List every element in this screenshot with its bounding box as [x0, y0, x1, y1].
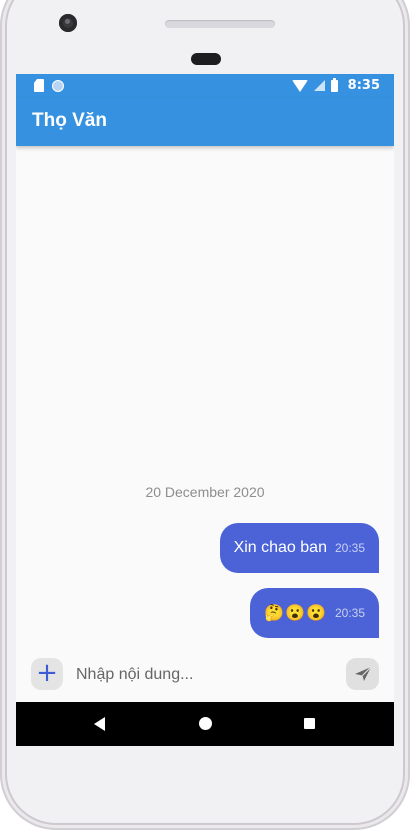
wifi-icon [291, 79, 308, 92]
message-input[interactable] [74, 658, 338, 692]
home-icon[interactable] [199, 717, 212, 730]
date-separator: 20 December 2020 [145, 484, 265, 500]
battery-icon [330, 77, 338, 92]
back-icon[interactable] [94, 717, 105, 731]
earpiece-speaker [165, 20, 275, 28]
add-attachment-button[interactable]: + [31, 658, 63, 690]
sim-card-icon [34, 79, 44, 92]
app-bar: Thọ Văn [16, 98, 394, 146]
proximity-sensor [191, 53, 221, 65]
message-composer: + [16, 648, 394, 702]
status-bar: 8:35 [16, 74, 394, 98]
message-text: 🤔😮😮 [264, 605, 327, 622]
signal-icon [313, 80, 325, 91]
send-icon [354, 666, 371, 681]
front-camera-icon [59, 14, 77, 32]
message-time: 20:35 [334, 541, 365, 555]
page-title: Thọ Văn [32, 110, 107, 131]
app-screen: 8:35 Thọ Văn 20 December 2020 Xin chao b… [16, 74, 394, 746]
message-bubble[interactable]: 🤔😮😮 20:35 [250, 588, 379, 638]
system-nav-bar [16, 702, 394, 746]
message-bubble[interactable]: Xin chao ban 20:35 [219, 523, 379, 573]
status-time: 8:35 [347, 78, 380, 93]
add-icon: + [36, 658, 58, 688]
message-text: Xin chao ban [233, 539, 327, 556]
send-button[interactable] [346, 658, 379, 690]
recents-icon[interactable] [304, 718, 315, 729]
message-time: 20:35 [334, 606, 365, 620]
notification-dot-icon [52, 79, 64, 92]
